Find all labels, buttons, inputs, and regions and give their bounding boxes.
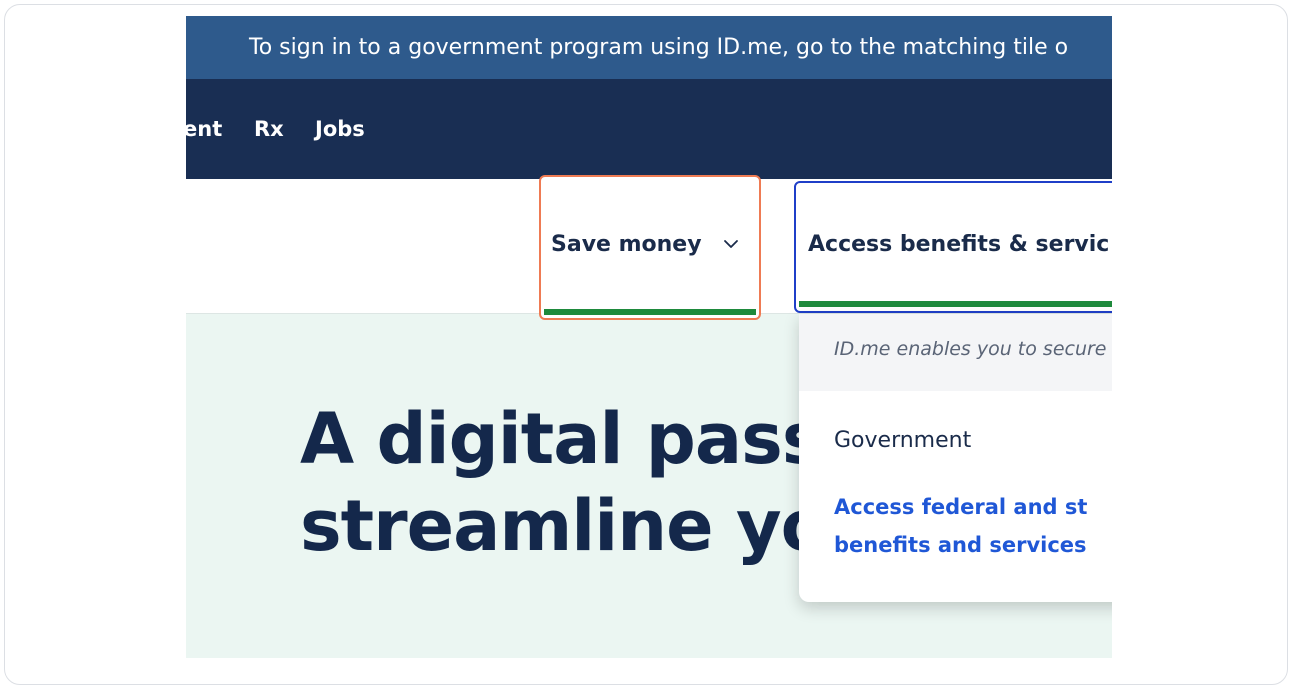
- access-benefits-dropdown: ID.me enables you to secure Government A…: [799, 314, 1112, 602]
- nav-link-partial[interactable]: ent: [186, 115, 222, 143]
- nav-link-rx[interactable]: Rx: [254, 115, 284, 143]
- save-money-menu-button[interactable]: Save money: [539, 175, 761, 320]
- browser-viewport: To sign in to a government program using…: [186, 16, 1112, 658]
- government-benefits-link-line-2: benefits and services: [834, 533, 1087, 557]
- government-benefits-link-line-1: Access federal and st: [834, 495, 1088, 519]
- dropdown-section-heading: Government: [834, 428, 972, 453]
- dropdown-intro-text: ID.me enables you to secure: [834, 338, 1107, 360]
- access-benefits-underline: [799, 301, 1112, 307]
- top-navigation: ent Rx Jobs: [186, 79, 1112, 179]
- save-money-underline: [544, 309, 756, 315]
- government-benefits-link[interactable]: Access federal and st benefits and servi…: [834, 488, 1087, 564]
- access-benefits-menu-button[interactable]: Access benefits & servic: [794, 181, 1112, 313]
- save-money-label: Save money: [551, 232, 702, 257]
- announcement-banner: To sign in to a government program using…: [186, 16, 1112, 79]
- dropdown-intro: ID.me enables you to secure: [799, 314, 1112, 391]
- announcement-text: To sign in to a government program using…: [249, 35, 1069, 60]
- hero-headline-line-1: A digital pass: [300, 398, 823, 480]
- access-benefits-label: Access benefits & servic: [808, 232, 1110, 257]
- nav-link-jobs[interactable]: Jobs: [315, 115, 365, 143]
- hero-headline: A digital pass streamline yo: [300, 396, 829, 570]
- hero-headline-line-2: streamline yo: [300, 485, 829, 567]
- chevron-down-icon: [724, 240, 738, 248]
